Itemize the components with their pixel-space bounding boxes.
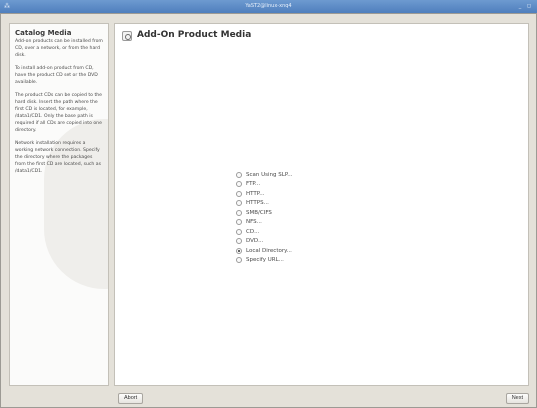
media-type-radio-group: Scan Using SLP... FTP... HTTP... HTTPS..…: [236, 170, 293, 265]
radio-button[interactable]: [236, 238, 242, 245]
page-title: Add-On Product Media: [137, 30, 252, 40]
radio-button-selected[interactable]: [236, 247, 242, 254]
radio-option-specify-url[interactable]: Specify URL...: [236, 256, 293, 266]
radio-option-scan-slp[interactable]: Scan Using SLP...: [236, 170, 293, 180]
radio-label[interactable]: Specify URL...: [246, 256, 284, 264]
help-panel: Catalog Media Add-on products can be ins…: [9, 23, 109, 386]
product-media-icon: [122, 31, 132, 41]
window-titlebar[interactable]: ⁂ YaST2@linux-xnq4 _ ◻: [0, 0, 537, 13]
radio-option-dvd[interactable]: DVD...: [236, 237, 293, 247]
abort-button[interactable]: Abort: [118, 393, 144, 404]
radio-button[interactable]: [236, 190, 242, 197]
radio-label[interactable]: Local Directory...: [246, 247, 292, 255]
window-menu-icon[interactable]: ⁂: [4, 3, 10, 10]
radio-label[interactable]: FTP...: [246, 180, 260, 188]
radio-label[interactable]: SMB/CIFS: [246, 209, 272, 217]
radio-button[interactable]: [236, 228, 242, 235]
radio-button[interactable]: [236, 219, 242, 226]
radio-label[interactable]: DVD...: [246, 237, 263, 245]
radio-button[interactable]: [236, 181, 242, 188]
help-paragraph: To install add-on product from CD, have …: [15, 66, 98, 85]
radio-button[interactable]: [236, 200, 242, 207]
radio-option-cd[interactable]: CD...: [236, 227, 293, 237]
radio-label[interactable]: HTTPS...: [246, 199, 269, 207]
help-paragraph: Network installation requires a working …: [15, 141, 101, 174]
help-title: Catalog Media: [15, 29, 72, 37]
radio-label[interactable]: HTTP...: [246, 190, 264, 198]
radio-option-https[interactable]: HTTPS...: [236, 199, 293, 209]
window-title: YaST2@linux-xnq4: [245, 3, 292, 9]
radio-option-local-directory[interactable]: Local Directory...: [236, 246, 293, 256]
radio-label[interactable]: Scan Using SLP...: [246, 171, 293, 179]
radio-label[interactable]: NFS...: [246, 218, 262, 226]
radio-button[interactable]: [236, 171, 242, 178]
radio-option-smb-cifs[interactable]: SMB/CIFS: [236, 208, 293, 218]
radio-option-nfs[interactable]: NFS...: [236, 218, 293, 228]
radio-option-ftp[interactable]: FTP...: [236, 180, 293, 190]
next-button[interactable]: Next: [505, 393, 529, 404]
radio-button[interactable]: [236, 257, 242, 264]
content-panel: Add-On Product Media Scan Using SLP... F…: [114, 23, 529, 386]
radio-button[interactable]: [236, 209, 242, 216]
window-controls[interactable]: _ ◻: [519, 3, 533, 10]
radio-label[interactable]: CD...: [246, 228, 259, 236]
help-paragraph: The product CDs can be copied to the har…: [15, 93, 102, 133]
radio-option-http[interactable]: HTTP...: [236, 189, 293, 199]
help-paragraph: Add-on products can be installed from CD…: [15, 39, 103, 58]
